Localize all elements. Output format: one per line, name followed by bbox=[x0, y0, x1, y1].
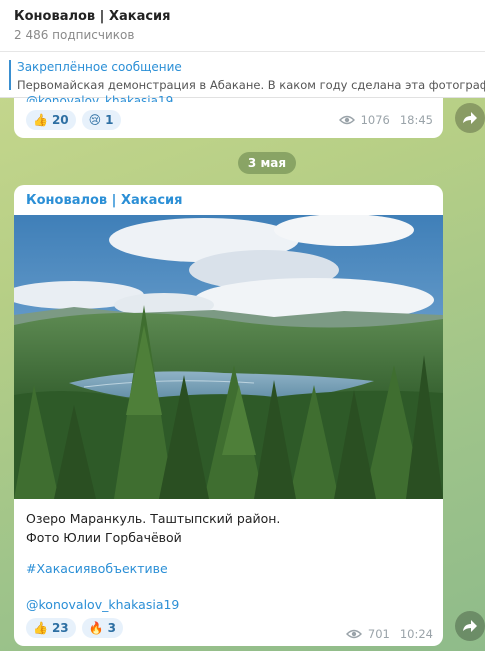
post-caption: Озеро Маранкуль. Таштыпский район. Фото … bbox=[26, 509, 280, 547]
fire-icon: 🔥 bbox=[88, 621, 104, 635]
caption-line-1: Озеро Маранкуль. Таштыпский район. bbox=[26, 511, 281, 526]
reaction-count: 23 bbox=[51, 621, 69, 635]
eye-icon bbox=[338, 115, 355, 125]
thumbs-up-icon: 👍 bbox=[33, 113, 48, 127]
reaction-count: 3 bbox=[107, 621, 116, 635]
reaction-thumbs-up[interactable]: 👍 20 bbox=[26, 110, 76, 130]
date-separator: 3 мая bbox=[238, 152, 296, 174]
message-time: 18:45 bbox=[399, 113, 433, 127]
post-author[interactable]: Коновалов | Хакасия bbox=[26, 193, 183, 208]
pinned-accent-bar bbox=[9, 60, 11, 90]
reaction-count: 1 bbox=[105, 113, 114, 127]
thumbs-up-icon: 👍 bbox=[33, 621, 48, 635]
reaction-fire[interactable]: 🔥 3 bbox=[81, 618, 123, 638]
message-time: 10:24 bbox=[399, 627, 433, 641]
reaction-crying[interactable]: 😢 1 bbox=[81, 110, 121, 130]
share-button[interactable] bbox=[455, 103, 485, 133]
pinned-message-bar[interactable]: Закреплённое сообщение Первомайская демо… bbox=[0, 52, 485, 98]
caption-line-2: Фото Юлии Горбачёвой bbox=[26, 530, 182, 545]
reaction-thumbs-up[interactable]: 👍 23 bbox=[26, 618, 76, 638]
subscriber-count: 2 486 подписчиков bbox=[14, 28, 135, 42]
lake-landscape-photo[interactable] bbox=[14, 215, 443, 499]
post-reactions: 👍 23 🔥 3 bbox=[26, 618, 123, 638]
reaction-count: 20 bbox=[51, 113, 69, 127]
crying-face-icon: 😢 bbox=[88, 113, 102, 127]
previous-reactions: 👍 20 😢 1 bbox=[26, 110, 121, 130]
post-hashtag[interactable]: #Хакасиявобъективе bbox=[26, 561, 168, 576]
channel-title: Коновалов | Хакасия bbox=[14, 9, 171, 24]
previous-message: @konovalov_khakasia19 👍 20 😢 1 1076 18:4… bbox=[14, 94, 443, 138]
share-arrow-icon bbox=[463, 620, 477, 632]
pinned-text: Первомайская демонстрация в Абакане. В к… bbox=[17, 78, 485, 92]
share-button[interactable] bbox=[455, 611, 485, 641]
post-handle-link[interactable]: @konovalov_khakasia19 bbox=[26, 597, 179, 612]
previous-message-handle[interactable]: @konovalov_khakasia19 bbox=[26, 94, 173, 102]
eye-icon bbox=[345, 629, 362, 639]
view-count: 701 bbox=[367, 627, 390, 641]
view-count: 1076 bbox=[360, 113, 390, 127]
pinned-title: Закреплённое сообщение bbox=[17, 60, 182, 74]
share-arrow-icon bbox=[463, 112, 477, 124]
channel-header[interactable]: Коновалов | Хакасия 2 486 подписчиков bbox=[0, 0, 485, 52]
previous-meta: 1076 18:45 bbox=[338, 113, 433, 127]
post-meta: 701 10:24 bbox=[345, 627, 433, 641]
channel-post: Коновалов | Хакасия Озеро Маранкуль. Таш… bbox=[14, 185, 443, 646]
